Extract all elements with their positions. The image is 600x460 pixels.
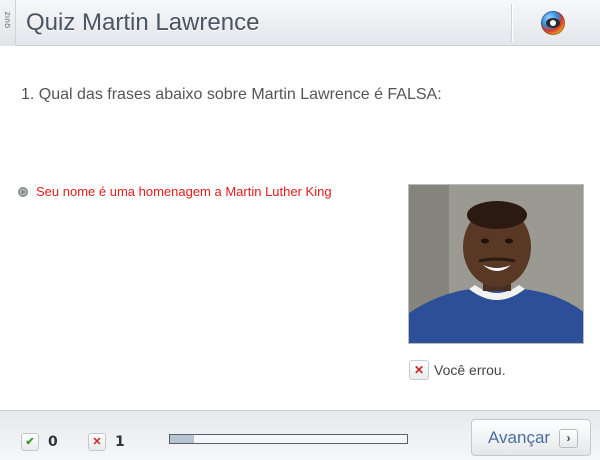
- page-title: Quiz Martin Lawrence: [26, 9, 260, 36]
- check-icon: ✔: [21, 433, 39, 451]
- wrong-count: 1: [115, 434, 125, 450]
- answer-option[interactable]: Seu nome é uma homenagem a Martin Luther…: [18, 184, 332, 199]
- question-text: 1. Qual das frases abaixo sobre Martin L…: [21, 86, 442, 103]
- quiz-tag-label: QUIZ: [4, 11, 12, 28]
- header: QUIZ Quiz Martin Lawrence: [0, 0, 600, 46]
- wrong-score: ✕ 1: [88, 433, 125, 451]
- chevron-right-icon: ›: [559, 429, 578, 448]
- question-photo: [408, 184, 584, 344]
- progress-bar: [169, 434, 408, 444]
- x-icon: ✕: [88, 433, 106, 451]
- feedback: ✕ Você errou.: [409, 360, 506, 380]
- quiz-tag: QUIZ: [0, 0, 16, 46]
- globo-logo-icon: [541, 11, 565, 35]
- feedback-text: Você errou.: [434, 362, 506, 378]
- correct-count: 0: [48, 434, 58, 450]
- answer-option-label: Seu nome é uma homenagem a Martin Luther…: [36, 184, 332, 199]
- x-mark-icon: ✕: [409, 360, 429, 380]
- next-button[interactable]: Avançar ›: [471, 419, 591, 456]
- progress-fill: [170, 435, 194, 443]
- radio-icon[interactable]: [18, 186, 28, 197]
- correct-score: ✔ 0: [21, 433, 58, 451]
- portrait-image: [409, 185, 583, 343]
- next-button-label: Avançar: [488, 427, 551, 447]
- header-divider: [511, 4, 512, 42]
